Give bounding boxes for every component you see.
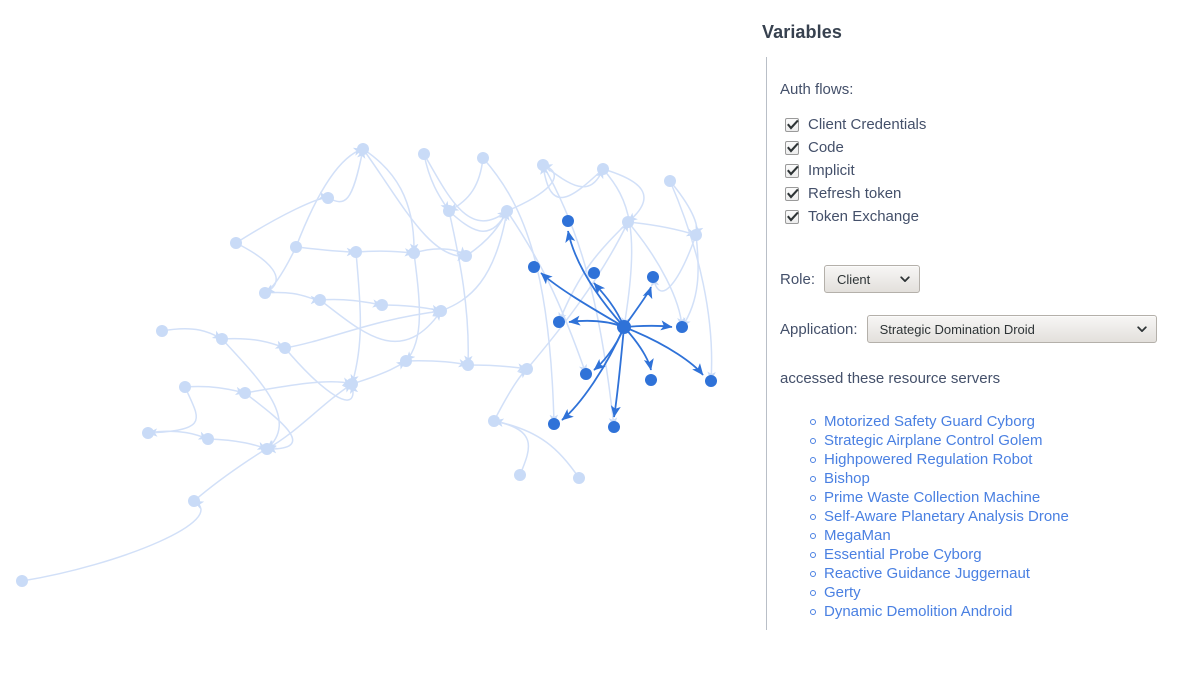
check-icon — [787, 142, 799, 153]
checkbox-token-exchange[interactable] — [785, 209, 799, 224]
check-icon — [787, 211, 799, 222]
checkbox-refresh-token[interactable] — [785, 186, 799, 201]
chevron-down-icon — [1136, 326, 1147, 332]
resource-server-link[interactable]: Bishop — [824, 470, 870, 487]
checkbox-code[interactable] — [785, 140, 799, 155]
auth-flow-row-code[interactable]: Code — [785, 136, 926, 159]
list-item[interactable]: Motorized Safety Guard Cyborg — [810, 412, 1069, 431]
list-item[interactable]: Highpowered Regulation Robot — [810, 450, 1069, 469]
list-item[interactable]: Self-Aware Planetary Analysis Drone — [810, 507, 1069, 526]
auth-flow-label: Token Exchange — [808, 208, 919, 225]
role-label: Role: — [780, 270, 816, 288]
bullet-icon — [810, 494, 816, 501]
list-item[interactable]: Bishop — [810, 469, 1069, 488]
faded-edge-group — [21, 147, 716, 582]
graph-node[interactable] — [608, 421, 620, 433]
variables-panel: Variables Auth flows: Client Credentials — [745, 0, 1198, 691]
variables-panel-body: Auth flows: Client Credentials Code Impl… — [766, 57, 1186, 630]
application-select-value: Strategic Domination Droid — [879, 321, 1035, 337]
resource-server-link[interactable]: Self-Aware Planetary Analysis Drone — [824, 508, 1069, 525]
auth-flow-label: Code — [808, 139, 844, 156]
resource-server-link[interactable]: Gerty — [824, 584, 861, 601]
chevron-down-icon — [900, 276, 910, 282]
graph-hub-node[interactable] — [617, 320, 631, 334]
resource-server-link[interactable]: Essential Probe Cyborg — [824, 546, 982, 563]
role-select-value: Client — [837, 271, 871, 287]
bullet-icon — [810, 532, 816, 539]
bullet-icon — [810, 456, 816, 463]
network-graph[interactable] — [0, 0, 745, 691]
bullet-icon — [810, 608, 816, 615]
check-icon — [787, 165, 799, 176]
check-icon — [787, 119, 799, 130]
graph-node[interactable] — [553, 316, 565, 328]
bullet-icon — [810, 475, 816, 482]
list-item[interactable]: Dynamic Demolition Android — [810, 602, 1069, 621]
auth-flows-list: Client Credentials Code Implicit Refresh… — [785, 113, 926, 228]
auth-flow-row-refresh-token[interactable]: Refresh token — [785, 182, 926, 205]
bullet-icon — [810, 570, 816, 577]
auth-flow-row-token-exchange[interactable]: Token Exchange — [785, 205, 926, 228]
application-label: Application: — [780, 320, 858, 338]
auth-flow-label: Client Credentials — [808, 116, 927, 133]
bullet-icon — [810, 437, 816, 444]
list-item[interactable]: Strategic Airplane Control Golem — [810, 431, 1069, 450]
list-item[interactable]: Prime Waste Collection Machine — [810, 488, 1069, 507]
list-item[interactable]: Reactive Guidance Juggernaut — [810, 564, 1069, 583]
application-select[interactable]: Strategic Domination Droid — [866, 315, 1157, 343]
resource-server-link[interactable]: Prime Waste Collection Machine — [824, 489, 1040, 506]
graph-node[interactable] — [562, 215, 574, 227]
page-title: Variables — [762, 22, 842, 42]
auth-flows-label: Auth flows: — [780, 81, 854, 98]
auth-flow-row-client-credentials[interactable]: Client Credentials — [785, 113, 926, 136]
resource-server-link[interactable]: Highpowered Regulation Robot — [824, 451, 1032, 468]
bullet-icon — [810, 513, 816, 520]
auth-flow-label: Implicit — [808, 162, 855, 179]
auth-flow-row-implicit[interactable]: Implicit — [785, 159, 926, 182]
resource-server-link[interactable]: Reactive Guidance Juggernaut — [824, 565, 1030, 582]
app-root: Variables Auth flows: Client Credentials — [0, 0, 1198, 691]
list-item[interactable]: Gerty — [810, 583, 1069, 602]
application-field-row: Application: Strategic Domination Droid — [780, 315, 1157, 343]
graph-node[interactable] — [548, 418, 560, 430]
graph-node[interactable] — [588, 267, 600, 279]
resource-server-link[interactable]: Dynamic Demolition Android — [824, 603, 1012, 620]
resource-server-link[interactable]: Strategic Airplane Control Golem — [824, 432, 1042, 449]
role-field-row: Role: Client — [780, 265, 921, 293]
checkbox-implicit[interactable] — [785, 163, 799, 178]
bullet-icon — [810, 418, 816, 425]
graph-node[interactable] — [705, 375, 717, 387]
bullet-icon — [810, 551, 816, 558]
auth-flow-label: Refresh token — [808, 185, 902, 202]
graph-node[interactable] — [528, 261, 540, 273]
resource-servers-list: Motorized Safety Guard Cyborg Strategic … — [810, 412, 1069, 621]
bullet-icon — [810, 589, 816, 596]
graph-node[interactable] — [580, 368, 592, 380]
role-select[interactable]: Client — [824, 265, 921, 293]
list-item[interactable]: MegaMan — [810, 526, 1069, 545]
resource-server-link[interactable]: Motorized Safety Guard Cyborg — [824, 413, 1035, 430]
graph-node[interactable] — [676, 321, 688, 333]
resource-server-link[interactable]: MegaMan — [824, 527, 891, 544]
graph-node[interactable] — [645, 374, 657, 386]
check-icon — [787, 188, 799, 199]
graph-node[interactable] — [647, 271, 659, 283]
checkbox-client-credentials[interactable] — [785, 117, 799, 132]
network-graph-svg[interactable] — [0, 0, 745, 691]
list-item[interactable]: Essential Probe Cyborg — [810, 545, 1069, 564]
accessed-resource-servers-label: accessed these resource servers — [780, 370, 1001, 387]
